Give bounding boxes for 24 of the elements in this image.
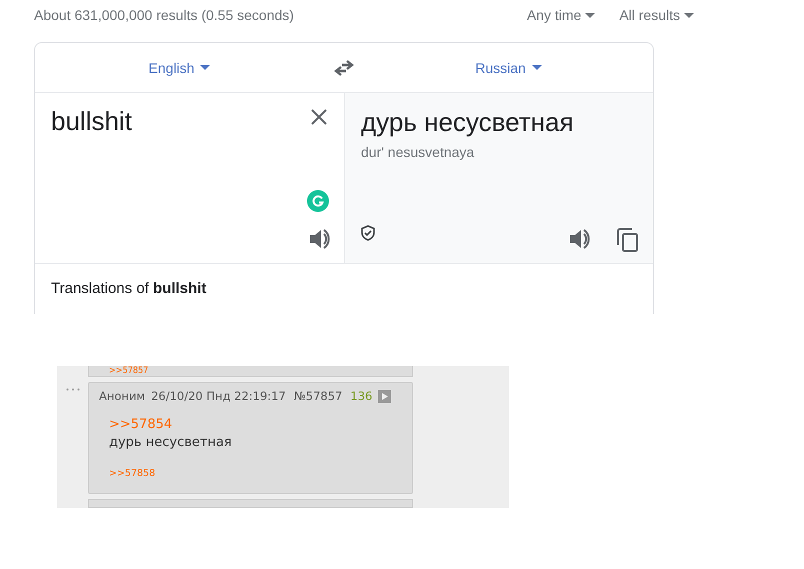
post-count: 136 [350,389,372,403]
filter-dropdown[interactable]: Any time [526,7,596,23]
speaker-icon[interactable] [569,229,591,249]
transliteration-text: dur' nesusvetnaya [361,144,476,160]
speaker-icon[interactable] [309,229,331,249]
caret-icon [532,65,542,70]
caret-icon [200,65,210,70]
post-text: дурь несусветная [109,435,233,450]
caret-icon [585,12,596,18]
translation-text: дурь несусветная [361,107,575,138]
swap-icon[interactable] [333,60,355,76]
copy-icon[interactable] [617,228,639,252]
post-number[interactable]: №57857 [294,389,342,403]
post-date: 26/10/20 Пнд 22:19:17 [151,389,286,403]
caret-icon [684,12,694,18]
close-icon[interactable] [311,109,327,125]
filter-dropdown[interactable]: All results [619,7,694,23]
source-text[interactable]: bullshit [51,106,132,137]
translations-heading: Translations of bullshit [50,279,208,299]
shield-check-icon[interactable] [361,225,375,241]
source-language-selector[interactable]: English [148,60,210,76]
target-language-selector[interactable]: Russian [475,60,542,76]
post-author: Аноним [99,389,146,403]
results-stats: About 631,000,000 results (0.55 seconds) [34,7,295,23]
